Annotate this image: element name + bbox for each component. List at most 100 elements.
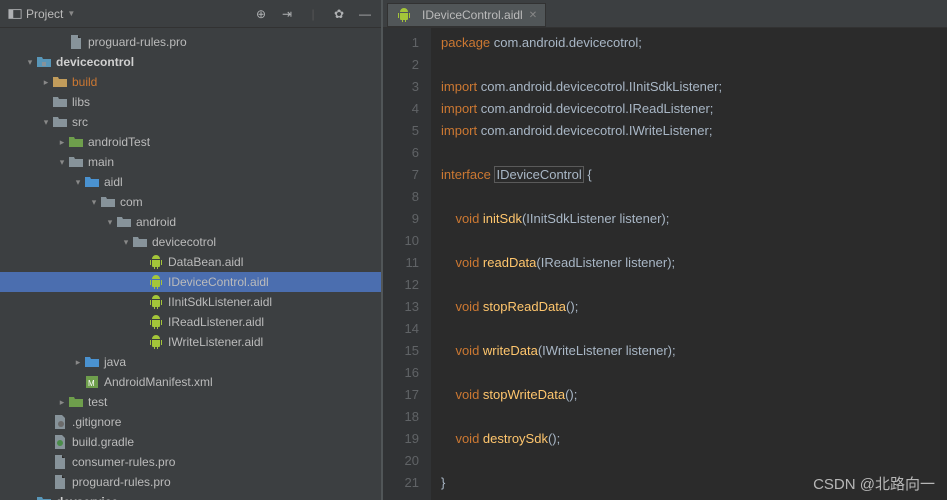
manifest-icon: M — [84, 374, 100, 390]
tree-item[interactable]: consumer-rules.pro — [0, 452, 381, 472]
code-content[interactable]: package com.android.devicecotrol;import … — [431, 28, 947, 500]
folder-java-icon — [68, 394, 84, 410]
tree-item-label: build — [72, 75, 97, 89]
tree-item-label: aidl — [104, 175, 123, 189]
tree-item[interactable]: IDeviceControl.aidl — [0, 272, 381, 292]
folder-blue-icon — [84, 174, 100, 190]
expand-arrow-icon[interactable]: ▾ — [40, 117, 52, 128]
file-icon — [52, 454, 68, 470]
expand-arrow-icon[interactable]: ▸ — [56, 397, 68, 408]
tree-item[interactable]: IWriteListener.aidl — [0, 332, 381, 352]
folder-icon — [132, 234, 148, 250]
close-icon[interactable]: ✕ — [529, 10, 537, 21]
folder-blue-icon — [84, 354, 100, 370]
expand-arrow-icon[interactable]: ▾ — [88, 197, 100, 208]
gradle-icon — [52, 434, 68, 450]
tree-item-label: DataBean.aidl — [168, 255, 243, 269]
folder-java-icon — [68, 134, 84, 150]
tree-item[interactable]: IInitSdkListener.aidl — [0, 292, 381, 312]
project-dropdown[interactable]: Project ▼ — [8, 7, 75, 21]
expand-arrow-icon[interactable]: ▸ — [24, 497, 36, 500]
tree-item[interactable]: ▾ android — [0, 212, 381, 232]
dropdown-arrow-icon: ▼ — [67, 9, 75, 18]
tree-item[interactable]: libs — [0, 92, 381, 112]
tree-item[interactable]: ▸ androidTest — [0, 132, 381, 152]
code-area[interactable]: 123456789101112131415161718192021 packag… — [383, 28, 947, 500]
tree-item-label: proguard-rules.pro — [72, 475, 171, 489]
folder-icon — [116, 214, 132, 230]
tree-item-label: IDeviceControl.aidl — [168, 275, 269, 289]
expand-arrow-icon[interactable]: ▾ — [104, 217, 116, 228]
project-sidebar: Project ▼ ⊕ ⇥ | ✿ — proguard-rules.pro ▾ d… — [0, 0, 381, 500]
tree-item[interactable]: M AndroidManifest.xml — [0, 372, 381, 392]
aidl-icon — [148, 294, 164, 310]
android-icon — [396, 7, 412, 23]
tree-item-label: main — [88, 155, 114, 169]
aidl-icon — [148, 314, 164, 330]
project-label: Project — [26, 7, 63, 21]
expand-arrow-icon[interactable]: ▸ — [72, 357, 84, 368]
tree-item-label: consumer-rules.pro — [72, 455, 175, 469]
tree-item[interactable]: ▸ java — [0, 352, 381, 372]
tree-item[interactable]: IReadListener.aidl — [0, 312, 381, 332]
tree-item[interactable]: proguard-rules.pro — [0, 32, 381, 52]
module-icon — [36, 494, 52, 500]
tree-item-label: androidTest — [88, 135, 150, 149]
expand-arrow-icon[interactable]: ▸ — [40, 77, 52, 88]
settings-icon[interactable]: ✿ — [331, 7, 347, 21]
tree-item-label: libs — [72, 95, 90, 109]
tree-item[interactable]: ▾ devicecontrol — [0, 52, 381, 72]
tree-item-label: android — [136, 215, 176, 229]
tree-item-label: .gitignore — [72, 415, 121, 429]
line-gutter: 123456789101112131415161718192021 — [383, 28, 431, 500]
tree-item-label: build.gradle — [72, 435, 134, 449]
tree-item[interactable]: ▾ devicecotrol — [0, 232, 381, 252]
tree-item-label: AndroidManifest.xml — [104, 375, 213, 389]
tree-item-label: IReadListener.aidl — [168, 315, 264, 329]
tree-item-label: devicecotrol — [152, 235, 216, 249]
folder-icon — [52, 94, 68, 110]
expand-arrow-icon[interactable]: ▸ — [56, 137, 68, 148]
tree-item[interactable]: ▾ com — [0, 192, 381, 212]
tree-item[interactable]: proguard-rules.pro — [0, 472, 381, 492]
tree-item[interactable]: ▸ build — [0, 72, 381, 92]
aidl-icon — [148, 274, 164, 290]
tree-item-label: IWriteListener.aidl — [168, 335, 263, 349]
tree-item[interactable]: ▸ test — [0, 392, 381, 412]
collapse-icon[interactable]: ⇥ — [279, 7, 295, 21]
tree-item[interactable]: ▸ devservice — [0, 492, 381, 500]
tree-item-label: devservice — [56, 495, 118, 500]
expand-arrow-icon[interactable]: ▾ — [120, 237, 132, 248]
tree-item-label: java — [104, 355, 126, 369]
hide-icon[interactable]: — — [357, 7, 373, 21]
tree-item[interactable]: build.gradle — [0, 432, 381, 452]
project-tree[interactable]: proguard-rules.pro ▾ devicecontrol ▸ build li… — [0, 28, 381, 500]
editor-tab[interactable]: IDeviceControl.aidl ✕ — [387, 3, 546, 27]
tab-label: IDeviceControl.aidl — [422, 8, 523, 22]
tree-item-label: test — [88, 395, 107, 409]
tree-item[interactable]: ▾ aidl — [0, 172, 381, 192]
locate-icon[interactable]: ⊕ — [253, 7, 269, 21]
divider: | — [305, 7, 321, 21]
aidl-icon — [148, 254, 164, 270]
watermark: CSDN @北路向一 — [813, 473, 935, 494]
editor-pane: IDeviceControl.aidl ✕ 123456789101112131… — [383, 0, 947, 500]
gitignore-icon — [52, 414, 68, 430]
tree-item[interactable]: DataBean.aidl — [0, 252, 381, 272]
tree-item[interactable]: ▾ main — [0, 152, 381, 172]
tree-item[interactable]: ▾ src — [0, 112, 381, 132]
sidebar-header: Project ▼ ⊕ ⇥ | ✿ — — [0, 0, 381, 28]
folder-icon — [100, 194, 116, 210]
tree-item-label: IInitSdkListener.aidl — [168, 295, 272, 309]
folder-orange-icon — [52, 74, 68, 90]
tree-item-label: src — [72, 115, 88, 129]
tree-item[interactable]: .gitignore — [0, 412, 381, 432]
expand-arrow-icon[interactable]: ▾ — [72, 177, 84, 188]
editor-tab-bar: IDeviceControl.aidl ✕ — [383, 0, 947, 28]
tree-item-label: devicecontrol — [56, 55, 134, 69]
expand-arrow-icon[interactable]: ▾ — [24, 57, 36, 68]
tree-item-label: proguard-rules.pro — [88, 35, 187, 49]
folder-icon — [68, 154, 84, 170]
expand-arrow-icon[interactable]: ▾ — [56, 157, 68, 168]
tree-item-label: com — [120, 195, 143, 209]
